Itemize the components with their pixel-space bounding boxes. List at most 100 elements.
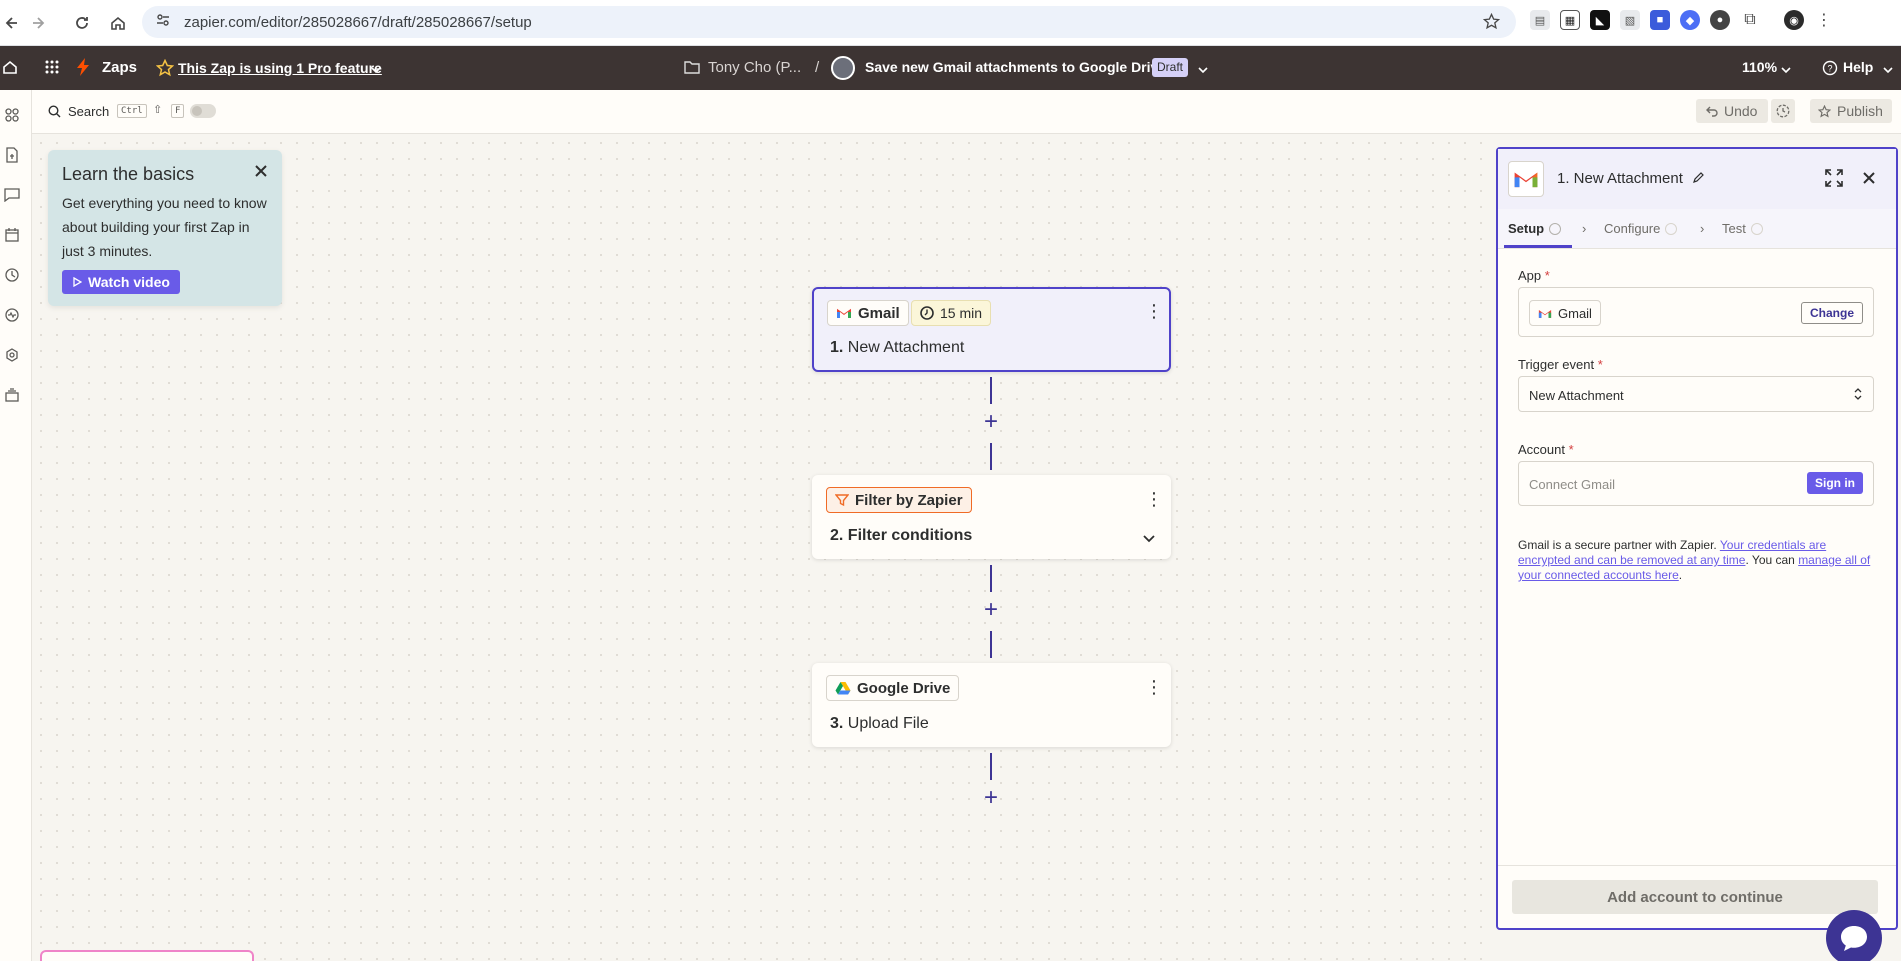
more-options-icon[interactable]: ⋮ [1145, 489, 1163, 509]
calendar-icon[interactable] [3, 226, 21, 244]
help-link[interactable]: Help [1843, 59, 1873, 75]
publish-button[interactable]: Publish [1810, 99, 1892, 123]
step-card-filter[interactable]: Filter by Zapier 2. Filter conditions ⋮ [812, 475, 1171, 559]
extension-icon[interactable]: ◣ [1590, 10, 1610, 30]
watch-video-button[interactable]: Watch video [62, 270, 180, 294]
chevron-down-icon[interactable] [1197, 62, 1209, 80]
step-editor-panel: 1. New Attachment Setup › Configure › Te… [1496, 147, 1898, 930]
layers-icon[interactable] [3, 386, 21, 404]
add-step-plus-icon[interactable]: + [981, 786, 1001, 810]
url-text: zapier.com/editor/285028667/draft/285028… [184, 13, 532, 31]
address-bar[interactable]: zapier.com/editor/285028667/draft/285028… [142, 6, 1516, 38]
sign-in-button[interactable]: Sign in [1807, 472, 1863, 494]
close-icon[interactable] [254, 164, 268, 183]
step-card-gmail[interactable]: Gmail 15 min 1. New Attachment ⋮ [812, 287, 1171, 372]
zap-bolt-icon [76, 58, 90, 81]
security-info-text: Gmail is a secure partner with Zapier. Y… [1518, 538, 1871, 582]
status-circle-icon [1665, 222, 1678, 235]
back-icon[interactable] [0, 11, 24, 35]
tab-setup[interactable]: Setup [1508, 221, 1562, 236]
tab-configure[interactable]: Configure [1604, 221, 1678, 236]
chevron-down-icon[interactable] [1882, 62, 1894, 80]
add-step-plus-icon[interactable]: + [981, 410, 1001, 434]
undo-label: Undo [1724, 103, 1758, 119]
folder-icon [684, 60, 700, 79]
zoom-level[interactable]: 110% [1742, 59, 1777, 75]
play-icon [73, 277, 82, 287]
folder-name[interactable]: Tony Cho (P... [708, 59, 801, 76]
zap-title[interactable]: Save new Gmail attachments to Google Dri… [865, 59, 1166, 75]
app-grid-icon[interactable] [44, 59, 60, 80]
app-badge-label: Google Drive [857, 679, 951, 697]
profile-avatar[interactable]: ◉ [1784, 10, 1804, 30]
close-icon[interactable] [1862, 171, 1876, 190]
extension-icon[interactable]: ● [1710, 10, 1730, 30]
extensions-puzzle-icon[interactable]: ⧉ [1740, 10, 1760, 30]
google-drive-icon [835, 682, 851, 695]
settings-icon[interactable] [3, 346, 21, 364]
document-icon[interactable] [3, 146, 21, 164]
more-options-icon[interactable]: ⋮ [1145, 301, 1163, 321]
svg-text:?: ? [1827, 64, 1832, 74]
activity-icon[interactable] [3, 306, 21, 324]
apps-icon[interactable] [3, 106, 21, 124]
zaps-link[interactable]: Zaps [102, 59, 137, 76]
app-chip: Gmail [1529, 300, 1601, 326]
extension-icon[interactable]: ■ [1650, 10, 1670, 30]
shortcut-key: Ctrl [117, 104, 147, 118]
change-app-button[interactable]: Change [1800, 302, 1863, 324]
comment-icon[interactable] [3, 186, 21, 204]
breadcrumb-separator: / [815, 59, 820, 76]
expand-icon[interactable] [1825, 169, 1843, 192]
extension-icon[interactable]: ◆ [1680, 10, 1700, 30]
chevron-down-icon[interactable] [370, 62, 382, 80]
shortcut-key: F [171, 104, 185, 118]
extension-icon[interactable]: ▧ [1620, 10, 1640, 30]
app-field: Gmail Change [1518, 287, 1874, 337]
panel-title: 1. New Attachment [1557, 170, 1683, 187]
account-field[interactable]: Connect Gmail Sign in [1518, 461, 1874, 506]
editor-toolbar: Search Ctrl ⇧ F Undo Publish [32, 90, 1901, 134]
help-icon[interactable]: ? [1822, 60, 1838, 81]
version-history-button[interactable] [1771, 99, 1795, 123]
search-button[interactable]: Search [68, 104, 109, 119]
forward-icon[interactable] [26, 11, 50, 35]
learn-title: Learn the basics [62, 164, 195, 184]
draft-badge: Draft [1152, 58, 1189, 77]
edit-pencil-icon[interactable] [1692, 171, 1705, 189]
add-account-button[interactable]: Add account to continue [1512, 880, 1878, 914]
panel-tabs: Setup › Configure › Test [1498, 209, 1896, 249]
home-icon[interactable] [106, 11, 130, 35]
watch-video-label: Watch video [88, 274, 170, 290]
extension-icon[interactable]: ▤ [1530, 10, 1550, 30]
step-title: 3. Upload File [830, 715, 929, 732]
chevron-down-icon[interactable] [1143, 530, 1155, 548]
undo-button[interactable]: Undo [1696, 99, 1768, 123]
left-sidebar [0, 90, 32, 961]
chat-support-button[interactable] [1826, 910, 1882, 961]
chevron-down-icon[interactable] [1780, 62, 1792, 80]
tab-test[interactable]: Test [1722, 221, 1763, 236]
more-options-icon[interactable]: ⋮ [1145, 677, 1163, 697]
connector-line [990, 565, 992, 592]
home-icon[interactable] [2, 59, 18, 80]
trigger-event-select[interactable]: New Attachment [1518, 376, 1874, 412]
site-settings-icon[interactable] [156, 13, 170, 32]
bookmark-star-icon[interactable] [1482, 12, 1501, 35]
add-step-plus-icon[interactable]: + [981, 598, 1001, 622]
app-header: Zaps This Zap is using 1 Pro feature Ton… [0, 46, 1901, 90]
search-toggle[interactable] [190, 104, 216, 118]
browser-menu-icon[interactable]: ⋮ [1814, 10, 1834, 30]
step-card-google-drive[interactable]: Google Drive 3. Upload File ⋮ [812, 663, 1171, 747]
active-tab-indicator [1504, 245, 1572, 248]
publish-label: Publish [1837, 103, 1883, 119]
gmail-app-icon [1508, 161, 1544, 197]
search-icon[interactable] [48, 105, 61, 123]
app-value: Gmail [1558, 305, 1592, 321]
history-icon[interactable] [3, 266, 21, 284]
pro-feature-link[interactable]: This Zap is using 1 Pro feature [178, 60, 382, 76]
undo-icon [1706, 106, 1718, 117]
reload-icon[interactable] [70, 11, 94, 35]
trigger-field-label: Trigger event * [1518, 357, 1603, 372]
extension-icon[interactable]: ▦ [1560, 10, 1580, 30]
